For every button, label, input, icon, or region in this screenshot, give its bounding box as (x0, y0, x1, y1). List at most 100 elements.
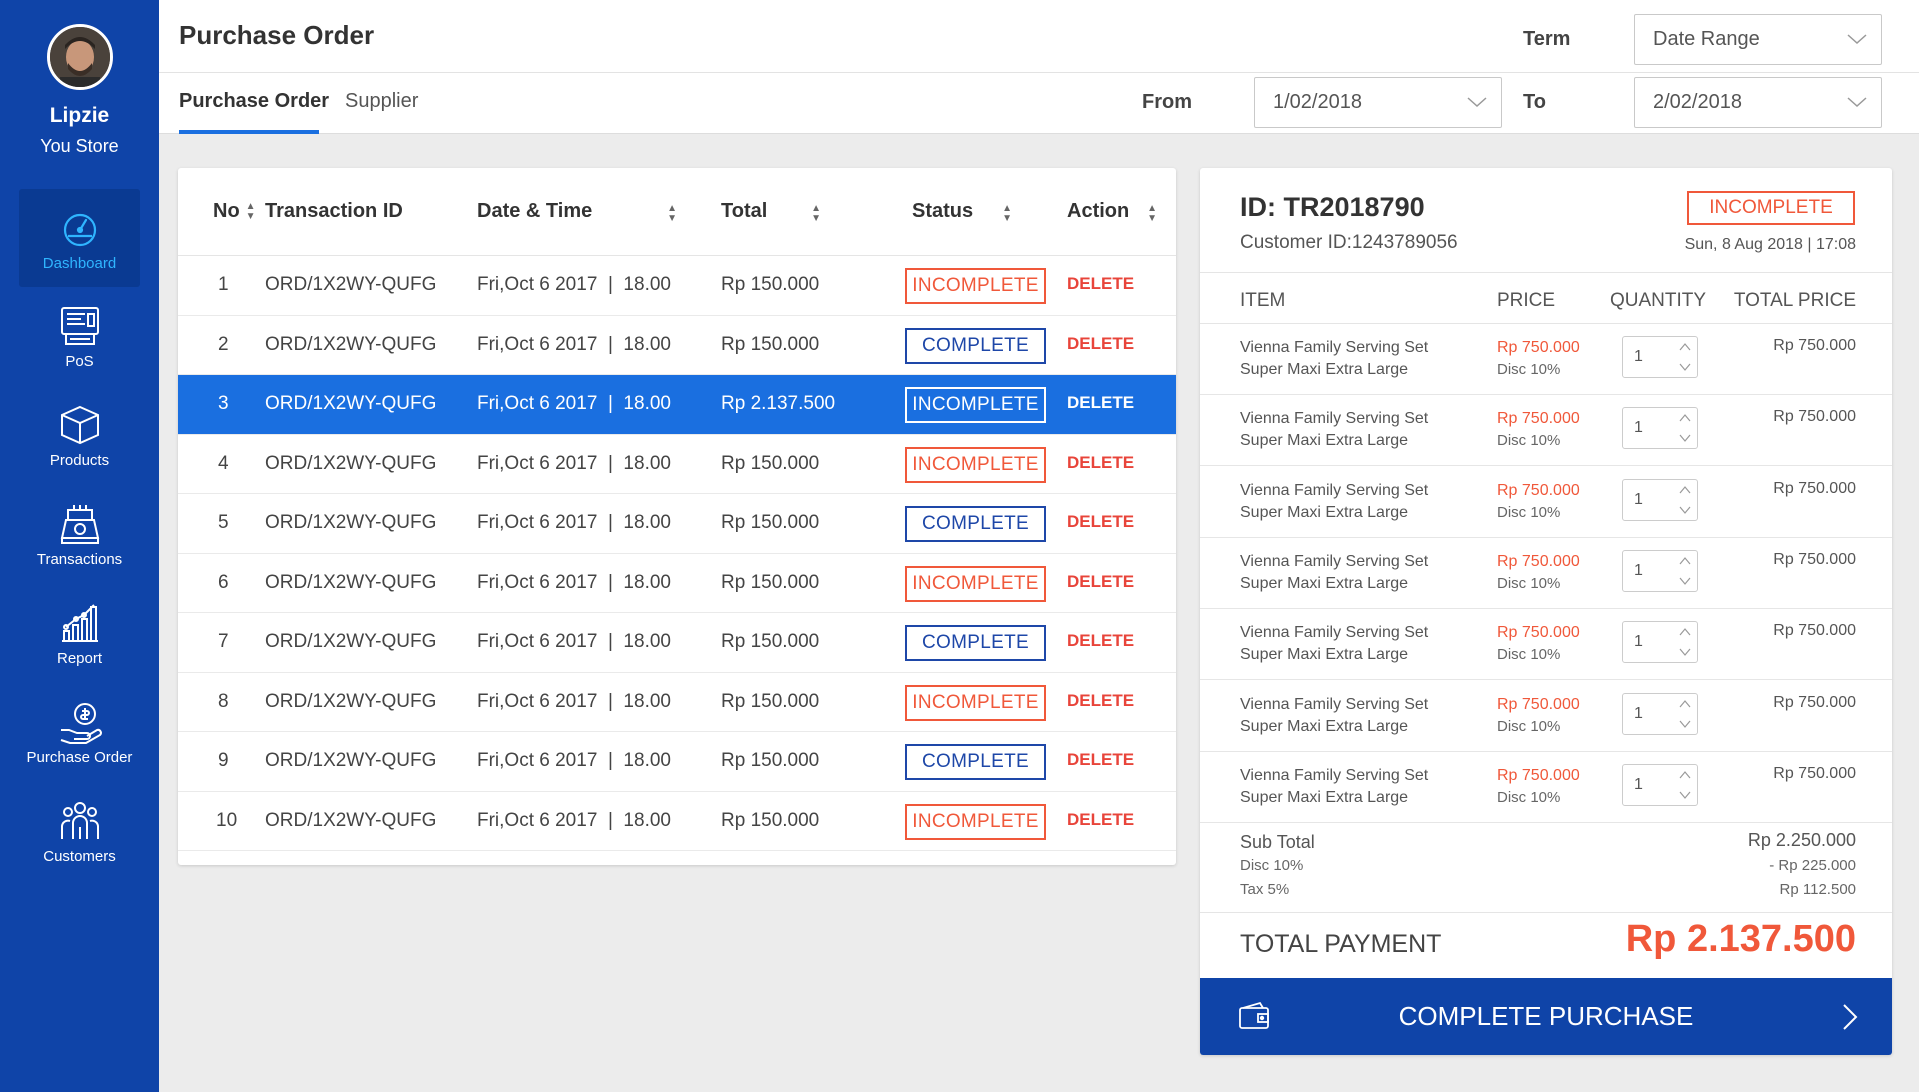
chevron-up-icon[interactable] (1679, 413, 1691, 423)
delete-button[interactable]: DELETE (1067, 572, 1134, 592)
tab-purchase-order[interactable]: Purchase Order (179, 90, 329, 113)
quantity-stepper[interactable]: 1 (1622, 407, 1698, 450)
transaction-datetime: Fri,Oct 6 2017 | 18.00 (477, 571, 671, 593)
tab-supplier[interactable]: Supplier (345, 90, 418, 113)
column-header-total[interactable]: Total ▲ ▼ (721, 200, 821, 224)
chevron-down-icon[interactable] (1679, 505, 1691, 515)
quantity-stepper[interactable]: 1 (1622, 549, 1698, 592)
sidebar-item-products[interactable]: Products (0, 386, 159, 485)
sidebar-item-customers[interactable]: Customers (0, 782, 159, 881)
chevron-down-icon[interactable] (1679, 719, 1691, 729)
chevron-down-icon[interactable] (1679, 433, 1691, 443)
status-badge: COMPLETE (905, 506, 1046, 542)
column-header-no[interactable]: No ▲ ▼ (213, 200, 256, 223)
quantity-value: 1 (1634, 704, 1643, 722)
transaction-id: ORD/1X2WY-QUFG (265, 393, 437, 414)
order-item-row: Vienna Family Serving Set Super Maxi Extr… (1200, 467, 1892, 538)
column-label: Action (1067, 200, 1130, 222)
chevron-up-icon[interactable] (1679, 770, 1691, 780)
chevron-up-icon[interactable] (1679, 556, 1691, 566)
table-row[interactable]: 9 ORD/1X2WY-QUFG Fri,Oct 6 2017 | 18.00 Rp … (178, 732, 1176, 792)
item-name: Vienna Family Serving Set Super Maxi Extr… (1240, 551, 1428, 595)
to-date-select[interactable]: 2/02/2018 (1634, 77, 1882, 128)
transaction-total: Rp 150.000 (721, 690, 820, 712)
row-number: 6 (218, 571, 229, 593)
avatar[interactable] (46, 24, 113, 90)
item-name: Vienna Family Serving Set Super Maxi Extr… (1240, 480, 1428, 524)
term-select[interactable]: Date Range (1634, 14, 1882, 65)
quantity-stepper[interactable]: 1 (1622, 336, 1698, 378)
table-row[interactable]: 5 ORD/1X2WY-QUFG Fri,Oct 6 2017 | 18.00 Rp … (178, 494, 1176, 554)
delete-button[interactable]: DELETE (1067, 810, 1134, 830)
delete-button[interactable]: DELETE (1067, 631, 1134, 651)
item-price: Rp 750.000 (1497, 481, 1580, 499)
transaction-datetime: Fri,Oct 6 2017 | 18.00 (477, 809, 671, 831)
complete-purchase-button[interactable]: COMPLETE PURCHASE (1200, 978, 1892, 1055)
user-profile: Lipzie You Store (0, 24, 159, 157)
table-row[interactable]: 2 ORD/1X2WY-QUFG Fri,Oct 6 2017 | 18.00 Rp … (178, 316, 1176, 375)
sidebar-item-pos[interactable]: PoS (0, 287, 159, 386)
delete-button[interactable]: DELETE (1067, 512, 1134, 532)
table-row[interactable]: 3 ORD/1X2WY-QUFG Fri,Oct 6 2017 | 18.00 Rp … (178, 375, 1176, 435)
sort-icon: ▲ ▼ (245, 200, 256, 222)
chevron-down-icon[interactable] (1679, 790, 1691, 800)
chevron-up-icon[interactable] (1679, 342, 1691, 352)
transactions-table: No ▲ ▼ Transaction ID Date & Time ▲ ▼ Total ▲… (178, 168, 1176, 865)
report-icon (57, 600, 103, 646)
transaction-total: Rp 150.000 (721, 452, 820, 474)
item-name-line: Super Maxi Extra Large (1240, 646, 1409, 664)
transaction-datetime: Fri,Oct 6 2017 | 18.00 (477, 274, 671, 295)
sidebar-item-purchase-order[interactable]: Purchase Order (0, 683, 159, 782)
chevron-up-icon[interactable] (1679, 699, 1691, 709)
sidebar-item-transactions[interactable]: Transactions (0, 485, 159, 584)
delete-button[interactable]: DELETE (1067, 274, 1134, 294)
sidebar-item-label: Purchase Order (26, 749, 133, 766)
chevron-down-icon[interactable] (1679, 576, 1691, 586)
item-total-price: Rp 750.000 (1773, 693, 1856, 711)
delete-button[interactable]: DELETE (1067, 393, 1134, 413)
column-header-date-time[interactable]: Date & Time ▲ ▼ (477, 200, 677, 224)
item-total-price: Rp 750.000 (1773, 408, 1856, 426)
sidebar-item-label: PoS (65, 353, 94, 370)
row-number: 4 (218, 452, 229, 474)
table-row[interactable]: 6 ORD/1X2WY-QUFG Fri,Oct 6 2017 | 18.00 Rp … (178, 554, 1176, 613)
table-row[interactable]: 8 ORD/1X2WY-QUFG Fri,Oct 6 2017 | 18.00 Rp … (178, 673, 1176, 732)
column-header-transaction-id[interactable]: Transaction ID (265, 200, 403, 223)
quantity-stepper[interactable]: 1 (1622, 478, 1698, 521)
active-tab-indicator (179, 130, 319, 134)
from-date-select[interactable]: 1/02/2018 (1254, 77, 1502, 128)
pos-icon (57, 303, 103, 349)
delete-button[interactable]: DELETE (1067, 750, 1134, 770)
chevron-up-icon[interactable] (1679, 485, 1691, 495)
quantity-stepper[interactable]: 1 (1622, 692, 1698, 735)
sidebar-item-dashboard[interactable]: Dashboard (19, 189, 140, 287)
column-header-status[interactable]: Status ▲ ▼ (912, 200, 1012, 224)
delete-button[interactable]: DELETE (1067, 453, 1134, 473)
transaction-id: ORD/1X2WY-QUFG (265, 333, 437, 355)
page-title: Purchase Order (179, 20, 375, 50)
table-row[interactable]: 4 ORD/1X2WY-QUFG Fri,Oct 6 2017 | 18.00 Rp … (178, 435, 1176, 494)
delete-button[interactable]: DELETE (1067, 334, 1134, 354)
item-name: Vienna Family Serving Set Super Maxi Extr… (1240, 694, 1428, 738)
delete-button[interactable]: DELETE (1067, 691, 1134, 711)
status-badge: INCOMPLETE (905, 387, 1046, 423)
item-discount: Disc 10% (1497, 503, 1561, 521)
quantity-stepper[interactable]: 1 (1622, 621, 1698, 664)
chevron-up-icon[interactable] (1679, 627, 1691, 637)
header: Purchase Order Purchase Order Supplier T… (159, 0, 1919, 134)
transaction-total: Rp 150.000 (721, 809, 820, 831)
table-row[interactable]: 10 ORD/1X2WY-QUFG Fri,Oct 6 2017 | 18.00 Rp… (178, 792, 1176, 851)
column-header-action[interactable]: Action ▲ ▼ (1067, 200, 1157, 224)
quantity-stepper[interactable]: 1 (1622, 763, 1698, 806)
sidebar-item-report[interactable]: Report (0, 584, 159, 683)
term-label: Term (1523, 28, 1571, 50)
item-discount: Disc 10% (1497, 788, 1561, 806)
chevron-down-icon[interactable] (1679, 647, 1691, 657)
sidebar-item-label: Customers (43, 848, 116, 865)
status-badge: INCOMPLETE (905, 684, 1046, 721)
order-status-badge: INCOMPLETE (1687, 191, 1855, 225)
table-row[interactable]: 1 ORD/1X2WY-QUFG Fri,Oct 6 2017 | 18.00 Rp … (178, 256, 1176, 316)
table-row[interactable]: 7 ORD/1X2WY-QUFG Fri,Oct 6 2017 | 18.00 Rp … (178, 613, 1176, 673)
chevron-down-icon[interactable] (1679, 362, 1691, 372)
to-label: To (1523, 91, 1546, 113)
